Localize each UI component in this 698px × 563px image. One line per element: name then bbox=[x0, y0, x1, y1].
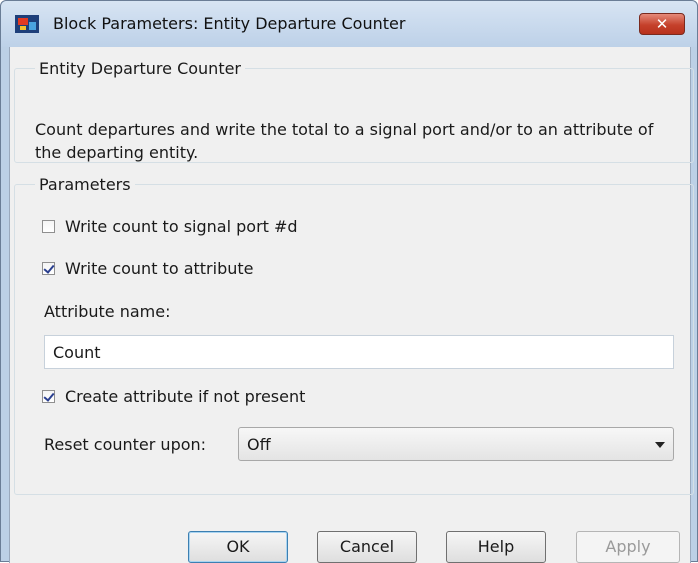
signal-port-checkbox-label: Write count to signal port #d bbox=[65, 217, 298, 236]
apply-button[interactable]: Apply bbox=[576, 531, 680, 563]
create-attribute-checkbox[interactable] bbox=[42, 390, 55, 403]
description-group: Entity Departure Counter Count departure… bbox=[14, 59, 694, 163]
attribute-name-label: Attribute name: bbox=[44, 302, 171, 321]
reset-counter-label: Reset counter upon: bbox=[44, 435, 207, 454]
write-attribute-checkbox-row[interactable]: Write count to attribute bbox=[42, 259, 254, 278]
reset-counter-select[interactable]: Off bbox=[238, 427, 674, 461]
create-attribute-checkbox-row[interactable]: Create attribute if not present bbox=[42, 387, 305, 406]
simulink-block-icon bbox=[15, 15, 39, 33]
parameters-group-title: Parameters bbox=[39, 175, 131, 194]
ok-button[interactable]: OK bbox=[188, 531, 288, 563]
window-title: Block Parameters: Entity Departure Count… bbox=[53, 14, 406, 33]
reset-counter-value: Off bbox=[247, 435, 271, 454]
block-description: Count departures and write the total to … bbox=[35, 120, 654, 162]
dialog-body: Entity Departure Counter Count departure… bbox=[9, 47, 694, 563]
close-button[interactable]: ✕ bbox=[639, 13, 685, 35]
write-attribute-checkbox-label: Write count to attribute bbox=[65, 259, 254, 278]
dialog-window: Block Parameters: Entity Departure Count… bbox=[0, 0, 698, 563]
create-attribute-checkbox-label: Create attribute if not present bbox=[65, 387, 306, 406]
signal-port-checkbox[interactable] bbox=[42, 220, 55, 233]
write-attribute-checkbox[interactable] bbox=[42, 262, 55, 275]
description-group-title: Entity Departure Counter bbox=[39, 59, 242, 78]
cancel-button[interactable]: Cancel bbox=[317, 531, 417, 563]
help-button[interactable]: Help bbox=[446, 531, 546, 563]
attribute-name-input[interactable] bbox=[44, 335, 674, 369]
signal-port-checkbox-row[interactable]: Write count to signal port #d bbox=[42, 217, 298, 236]
title-bar[interactable]: Block Parameters: Entity Departure Count… bbox=[1, 1, 697, 47]
dropdown-arrow-icon[interactable] bbox=[655, 442, 665, 448]
